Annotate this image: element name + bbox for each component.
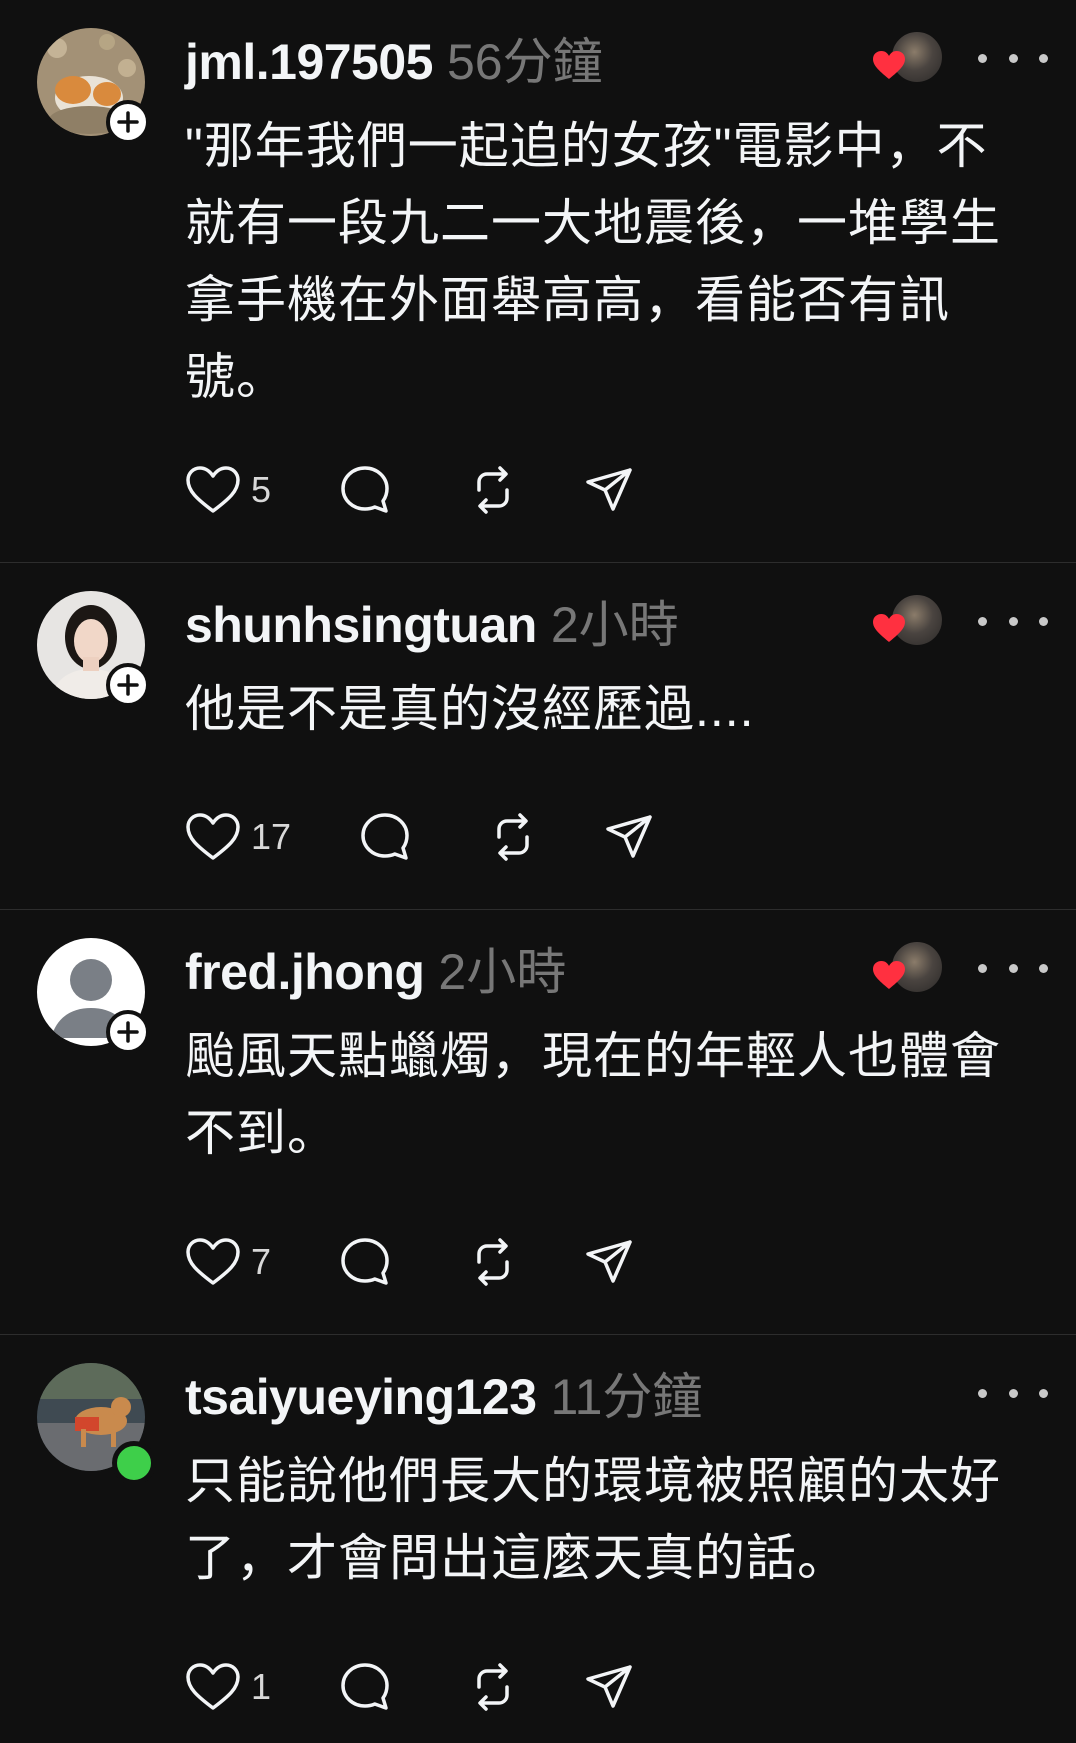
repost-button[interactable] [487, 807, 539, 867]
like-button[interactable]: 1 [185, 1657, 271, 1717]
like-count: 5 [251, 469, 272, 510]
more-options-icon[interactable] [978, 1373, 1048, 1413]
like-count: 7 [251, 1241, 272, 1282]
username[interactable]: fred.jhong [185, 943, 425, 1001]
heart-outline-icon [185, 812, 241, 862]
action-bar: 17 [185, 807, 655, 867]
repost-button[interactable] [467, 1232, 519, 1292]
post-text: 只能說他們長大的環境被照顧的太好了，才會問出這麼天真的話。 [185, 1453, 1001, 1586]
post-header: tsaiyueying123 11分鐘 [185, 1357, 702, 1427]
author-liked-indicator [872, 593, 944, 649]
like-button[interactable]: 7 [185, 1232, 271, 1292]
repost-button[interactable] [467, 1657, 519, 1717]
comment-bubble-icon [359, 811, 411, 863]
send-paper-plane-icon [583, 464, 635, 516]
repost-icon [487, 811, 539, 863]
username[interactable]: jml.197505 [185, 33, 433, 91]
share-button[interactable] [583, 1232, 635, 1292]
more-options-icon[interactable] [978, 948, 1048, 988]
author-liked-indicator [872, 30, 944, 86]
send-paper-plane-icon [603, 811, 655, 863]
post-text: 他是不是真的沒經歷過.... [185, 681, 755, 737]
reply-button[interactable] [359, 807, 411, 867]
follow-plus-icon[interactable] [106, 663, 150, 707]
comment-bubble-icon [339, 1661, 391, 1713]
reply-button[interactable] [339, 1232, 391, 1292]
action-bar: 7 [185, 1232, 635, 1292]
username[interactable]: tsaiyueying123 [185, 1368, 537, 1426]
send-paper-plane-icon [583, 1661, 635, 1713]
comment-bubble-icon [339, 464, 391, 516]
timestamp: 2小時 [550, 597, 679, 653]
heart-outline-icon [185, 465, 241, 515]
repost-icon [467, 464, 519, 516]
reply-post: fred.jhong 2小時 颱風天點蠟燭，現在的年輕人也體會不到。 7 [0, 910, 1076, 1334]
repost-icon [467, 1661, 519, 1713]
like-button[interactable]: 17 [185, 807, 291, 867]
share-button[interactable] [603, 807, 655, 867]
post-text: "那年我們一起追的女孩"電影中，不就有一段九二一大地震後，一堆學生拿手機在外面舉… [185, 118, 1001, 405]
share-button[interactable] [583, 460, 635, 520]
post-text: 颱風天點蠟燭，現在的年輕人也體會不到。 [185, 1028, 1001, 1161]
send-paper-plane-icon [583, 1236, 635, 1288]
repost-icon [467, 1236, 519, 1288]
follow-plus-icon[interactable] [106, 100, 150, 144]
like-button[interactable]: 5 [185, 460, 271, 520]
username[interactable]: shunhsingtuan [185, 596, 537, 654]
reply-post: tsaiyueying123 11分鐘 只能說他們長大的環境被照顧的太好了，才會… [0, 1335, 1076, 1743]
action-bar: 1 [185, 1657, 635, 1717]
more-options-icon[interactable] [978, 38, 1048, 78]
heart-filled-icon [873, 51, 905, 79]
reply-button[interactable] [339, 460, 391, 520]
heart-outline-icon [185, 1237, 241, 1287]
like-count: 17 [251, 816, 292, 857]
post-header: shunhsingtuan 2小時 [185, 585, 679, 655]
post-header: fred.jhong 2小時 [185, 932, 566, 1002]
comment-bubble-icon [339, 1236, 391, 1288]
like-count: 1 [251, 1666, 272, 1707]
share-button[interactable] [583, 1657, 635, 1717]
more-options-icon[interactable] [978, 601, 1048, 641]
follow-plus-icon[interactable] [106, 1010, 150, 1054]
action-bar: 5 [185, 460, 635, 520]
timestamp: 2小時 [438, 944, 567, 1000]
timestamp: 56分鐘 [446, 34, 603, 90]
heart-outline-icon [185, 1662, 241, 1712]
repost-button[interactable] [467, 460, 519, 520]
heart-filled-icon [873, 961, 905, 989]
timestamp: 11分鐘 [550, 1369, 703, 1425]
online-status-indicator [112, 1441, 156, 1485]
heart-filled-icon [873, 614, 905, 642]
reply-post: shunhsingtuan 2小時 他是不是真的沒經歷過.... 17 [0, 563, 1076, 909]
post-header: jml.197505 56分鐘 [185, 22, 603, 92]
reply-button[interactable] [339, 1657, 391, 1717]
author-liked-indicator [872, 940, 944, 996]
reply-post: jml.197505 56分鐘 "那年我們一起追的女孩"電影中，不就有一段九二一… [0, 0, 1076, 562]
